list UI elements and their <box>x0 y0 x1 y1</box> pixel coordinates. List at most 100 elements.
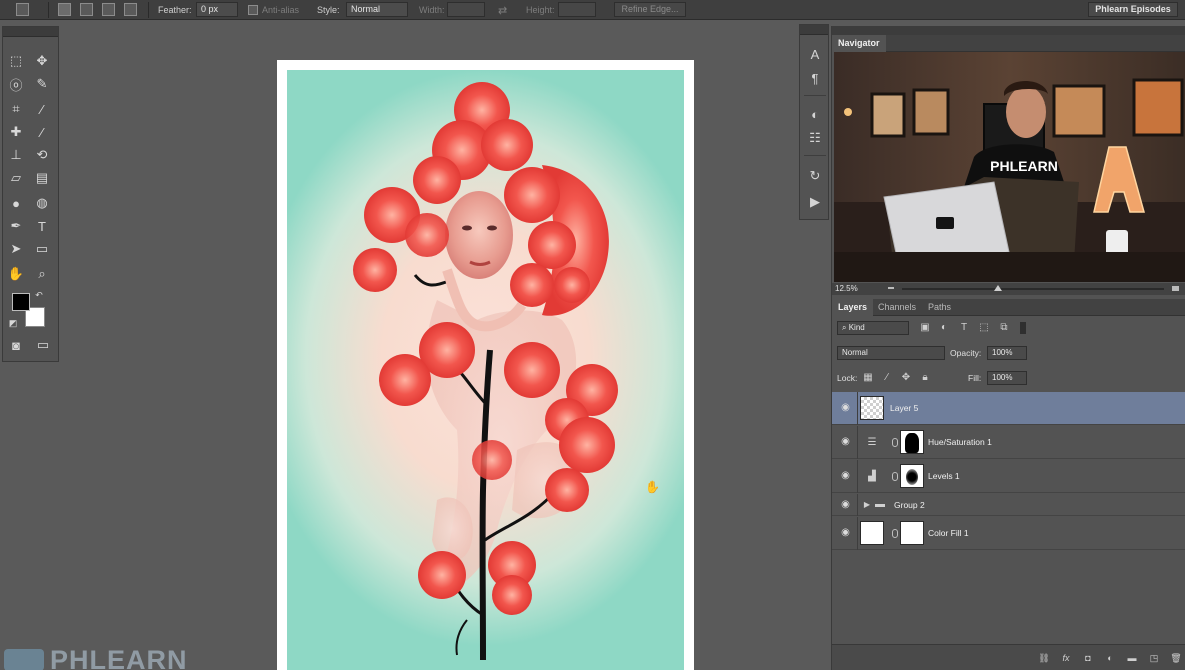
layer-row-levels-1[interactable]: ◉ ▟ Levels 1 <box>832 460 1185 493</box>
mask-link-icon[interactable] <box>892 472 898 481</box>
pixel-filter-icon[interactable]: ▣ <box>919 322 931 334</box>
eyedropper-tool-icon[interactable]: ⁄ <box>32 99 52 119</box>
hand-tool-icon[interactable]: ✋ <box>6 264 26 284</box>
fx-icon[interactable]: fx <box>1060 652 1072 664</box>
tab-channels[interactable]: Channels <box>872 299 922 316</box>
zoom-out-icon[interactable] <box>888 287 894 289</box>
new-layer-icon[interactable]: ◳ <box>1148 652 1160 664</box>
icon-strip-header[interactable] <box>800 25 828 35</box>
add-to-selection-icon[interactable] <box>80 3 93 16</box>
levels-adjustment-icon: ▟ <box>868 471 876 482</box>
swap-dimensions-icon[interactable]: ⇄ <box>498 0 507 20</box>
adjustment-filter-icon[interactable]: ◐ <box>938 322 950 334</box>
clone-stamp-tool-icon[interactable]: ⊥ <box>6 145 26 165</box>
tab-layers[interactable]: Layers <box>832 299 874 316</box>
fill-input[interactable]: 100% <box>987 371 1027 385</box>
swap-colors-icon[interactable]: ↶ <box>33 289 45 301</box>
lock-transparent-icon[interactable]: ▦ <box>862 372 874 384</box>
history-icon[interactable]: ↻ <box>806 167 824 185</box>
actions-icon[interactable]: ▶ <box>806 193 824 211</box>
link-layers-icon[interactable]: ⛓ <box>1038 652 1050 664</box>
tools-panel-header[interactable] <box>3 27 58 37</box>
smart-object-filter-icon[interactable]: ⧉ <box>998 322 1010 334</box>
properties-icon[interactable]: ☷ <box>806 129 824 147</box>
new-group-icon[interactable]: ▬ <box>1126 652 1138 664</box>
healing-brush-tool-icon[interactable]: ✚ <box>6 122 26 142</box>
watermark-text: PHLEARN <box>50 644 188 670</box>
refine-edge-button[interactable]: Refine Edge... <box>614 2 686 17</box>
default-colors-icon[interactable]: ◩ <box>7 317 19 329</box>
visibility-eye-icon[interactable]: ◉ <box>840 436 851 447</box>
marquee-preset-icon[interactable] <box>16 3 29 16</box>
intersect-selection-icon[interactable] <box>124 3 137 16</box>
shape-tool-icon[interactable]: ▭ <box>32 239 52 259</box>
filter-toggle-switch[interactable] <box>1020 322 1026 334</box>
panel-dock-header[interactable] <box>832 26 1185 35</box>
dodge-tool-icon[interactable]: ◍ <box>32 193 52 213</box>
anti-alias-checkbox[interactable] <box>248 5 258 15</box>
quick-selection-tool-icon[interactable]: ✎ <box>32 74 52 94</box>
tshirt-logo-text: PHLEARN <box>990 158 1058 174</box>
subtract-from-selection-icon[interactable] <box>102 3 115 16</box>
visibility-eye-icon[interactable]: ◉ <box>840 470 851 481</box>
path-selection-tool-icon[interactable]: ➤ <box>6 239 26 259</box>
tab-navigator[interactable]: Navigator <box>832 35 886 52</box>
opacity-input[interactable]: 100% <box>987 346 1027 360</box>
tab-paths[interactable]: Paths <box>922 299 957 316</box>
style-select[interactable]: Normal <box>346 2 408 17</box>
layer-kind-filter[interactable]: ⌕ Kind <box>837 321 909 335</box>
add-mask-icon[interactable]: ◘ <box>1082 652 1094 664</box>
zoom-slider-handle[interactable] <box>994 285 1002 291</box>
anti-alias-label: Anti-alias <box>262 5 300 15</box>
adjustments-icon[interactable]: ◐ <box>806 105 824 123</box>
character-icon[interactable]: A <box>806 45 824 63</box>
zoom-tool-icon[interactable]: ⌕ <box>32 264 52 284</box>
visibility-eye-icon[interactable]: ◉ <box>840 527 851 538</box>
shape-filter-icon[interactable]: ⬚ <box>978 322 990 334</box>
layer-mask-thumbnail <box>900 521 924 545</box>
zoom-in-icon[interactable] <box>1172 286 1179 291</box>
history-brush-tool-icon[interactable]: ⟲ <box>32 145 52 165</box>
workspace-switcher[interactable]: Phlearn Episodes <box>1088 2 1178 17</box>
mask-link-icon[interactable] <box>892 438 898 447</box>
lock-image-icon[interactable]: ∕ <box>881 372 893 384</box>
lasso-tool-icon[interactable]: ⓞ <box>6 74 26 94</box>
feather-input[interactable]: 0 px <box>196 2 238 17</box>
brush-tool-icon[interactable]: ∕ <box>32 122 52 142</box>
type-tool-icon[interactable]: T <box>32 216 52 236</box>
document-canvas[interactable] <box>277 60 694 670</box>
lock-position-icon[interactable]: ✥ <box>900 372 912 384</box>
adjustment-layer-icon[interactable]: ◐ <box>1104 652 1116 664</box>
layer-row-color-fill-1[interactable]: ◉ Color Fill 1 <box>832 517 1185 550</box>
screen-mode-icon[interactable]: ▭ <box>33 335 53 355</box>
width-input[interactable] <box>447 2 485 17</box>
pen-tool-icon[interactable]: ✒ <box>6 216 26 236</box>
zoom-slider-track[interactable] <box>902 288 1164 290</box>
delete-layer-icon[interactable]: 🗑︎ <box>1170 652 1182 664</box>
paragraph-icon[interactable]: ¶ <box>806 69 824 87</box>
visibility-eye-icon[interactable]: ◉ <box>840 402 851 413</box>
lock-all-icon[interactable]: 🔒︎ <box>919 372 931 384</box>
blur-tool-icon[interactable]: ● <box>6 193 26 213</box>
navigator-preview[interactable]: PHLEARN A <box>834 52 1185 282</box>
type-filter-icon[interactable]: T <box>958 322 970 334</box>
height-input[interactable] <box>558 2 596 17</box>
zoom-level-field[interactable]: 12.5% <box>835 283 858 295</box>
visibility-eye-icon[interactable]: ◉ <box>840 499 851 510</box>
move-tool-icon[interactable]: ✥ <box>32 51 52 71</box>
marquee-tool-icon[interactable]: ⬚ <box>6 51 26 71</box>
quick-mask-icon[interactable]: ◙ <box>6 335 26 355</box>
layer-row-group-2[interactable]: ◉ ▶ ▬ Group 2 <box>832 494 1185 516</box>
panel-icon-strip: A ¶ ◐ ☷ ↻ ▶ <box>799 24 829 220</box>
foreground-color-swatch[interactable] <box>12 293 30 311</box>
blend-mode-select[interactable]: Normal <box>837 346 945 360</box>
expand-group-icon[interactable]: ▶ <box>861 499 873 511</box>
divider <box>857 517 858 550</box>
eraser-tool-icon[interactable]: ▱ <box>6 168 26 188</box>
new-selection-icon[interactable] <box>58 3 71 16</box>
gradient-tool-icon[interactable]: ▤ <box>32 168 52 188</box>
crop-tool-icon[interactable]: ⌗ <box>6 99 26 119</box>
layer-row-layer-5[interactable]: ◉ Layer 5 <box>832 392 1185 425</box>
mask-link-icon[interactable] <box>892 529 898 538</box>
layer-row-hue-saturation-1[interactable]: ◉ ☰ Hue/Saturation 1 <box>832 426 1185 459</box>
